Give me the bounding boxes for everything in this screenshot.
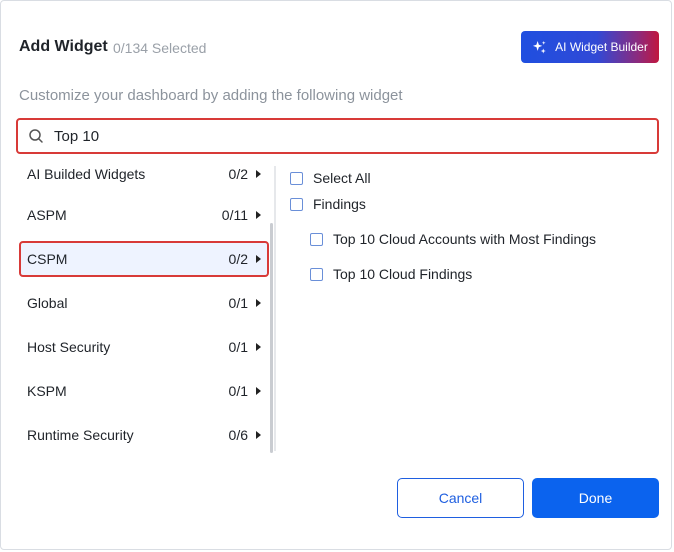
sparkle-icon <box>533 40 546 53</box>
search-box[interactable] <box>16 118 659 154</box>
category-count: 0/1 <box>228 383 248 399</box>
chevron-right-icon <box>256 431 261 439</box>
category-count: 0/2 <box>228 251 248 267</box>
widget-option[interactable]: Top 10 Cloud Accounts with Most Findings <box>310 231 596 247</box>
category-item-host-security[interactable]: Host Security 0/1 <box>19 329 269 365</box>
category-name: Global <box>27 295 68 311</box>
category-item-cspm[interactable]: CSPM 0/2 <box>19 241 269 277</box>
chevron-right-icon <box>256 299 261 307</box>
category-item-global[interactable]: Global 0/1 <box>19 285 269 321</box>
category-item-aspm[interactable]: ASPM 0/11 <box>19 197 269 233</box>
category-count: 0/2 <box>228 166 248 182</box>
scrollbar-track[interactable] <box>274 166 276 451</box>
category-count: 0/6 <box>228 427 248 443</box>
chevron-right-icon <box>256 387 261 395</box>
cancel-button[interactable]: Cancel <box>397 478 524 518</box>
widget-label: Top 10 Cloud Findings <box>333 266 473 282</box>
category-name: KSPM <box>27 383 67 399</box>
category-name: CSPM <box>27 251 68 267</box>
select-all-checkbox[interactable] <box>290 171 303 185</box>
search-icon <box>29 129 43 143</box>
category-list: AI Builded Widgets 0/2 ASPM 0/11 CSPM 0/… <box>17 156 273 456</box>
chevron-right-icon <box>256 255 261 263</box>
category-name: ASPM <box>27 207 67 223</box>
widget-option[interactable]: Top 10 Cloud Findings <box>310 266 472 282</box>
select-all-option[interactable]: Select All <box>290 170 371 186</box>
scrollbar-thumb[interactable] <box>270 223 273 453</box>
category-count: 0/1 <box>228 339 248 355</box>
category-name: AI Builded Widgets <box>27 166 146 182</box>
category-item-runtime-security[interactable]: Runtime Security 0/6 <box>19 417 269 453</box>
category-name: Host Security <box>27 339 111 355</box>
chevron-right-icon <box>256 211 261 219</box>
findings-label: Findings <box>313 196 366 212</box>
findings-checkbox[interactable] <box>290 197 303 211</box>
search-input[interactable] <box>52 126 616 146</box>
widget-label: Top 10 Cloud Accounts with Most Findings <box>333 231 597 247</box>
done-button[interactable]: Done <box>532 478 659 518</box>
category-name: Runtime Security <box>27 427 134 443</box>
dialog-subtitle: Customize your dashboard by adding the f… <box>19 87 403 104</box>
chevron-right-icon <box>256 343 261 351</box>
select-all-label: Select All <box>313 170 371 186</box>
ai-widget-builder-label: AI Widget Builder <box>555 40 648 54</box>
add-widget-dialog: Add Widget 0/134 Selected AI Widget Buil… <box>0 0 672 550</box>
selected-count: 0/134 Selected <box>113 40 207 56</box>
dialog-title: Add Widget <box>19 38 108 55</box>
category-item-ai-builded-widgets[interactable]: AI Builded Widgets 0/2 <box>19 156 269 192</box>
category-count: 0/11 <box>221 207 248 223</box>
category-item-kspm[interactable]: KSPM 0/1 <box>19 373 269 409</box>
widget-checkbox[interactable] <box>310 232 323 246</box>
chevron-right-icon <box>256 170 261 178</box>
widget-checkbox[interactable] <box>310 267 323 281</box>
ai-widget-builder-button[interactable]: AI Widget Builder <box>521 31 659 63</box>
group-option-findings[interactable]: Findings <box>290 196 366 212</box>
category-count: 0/1 <box>228 295 248 311</box>
